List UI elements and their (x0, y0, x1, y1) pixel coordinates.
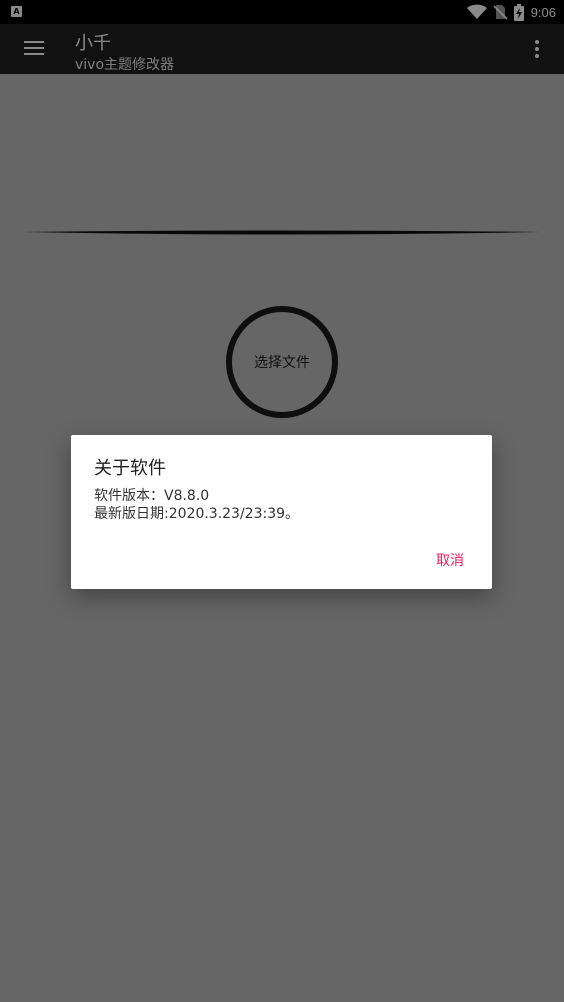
dialog-title: 关于软件 (94, 458, 166, 479)
cancel-button[interactable]: 取消 (436, 550, 464, 570)
release-date-text: 最新版日期:2020.3.23/23:39。 (94, 506, 300, 522)
about-dialog: 关于软件 软件版本：V8.8.0 最新版日期:2020.3.23/23:39。 … (71, 435, 492, 589)
dialog-message: 软件版本：V8.8.0 最新版日期:2020.3.23/23:39。 (94, 487, 299, 523)
version-text: 软件版本：V8.8.0 (94, 488, 210, 504)
